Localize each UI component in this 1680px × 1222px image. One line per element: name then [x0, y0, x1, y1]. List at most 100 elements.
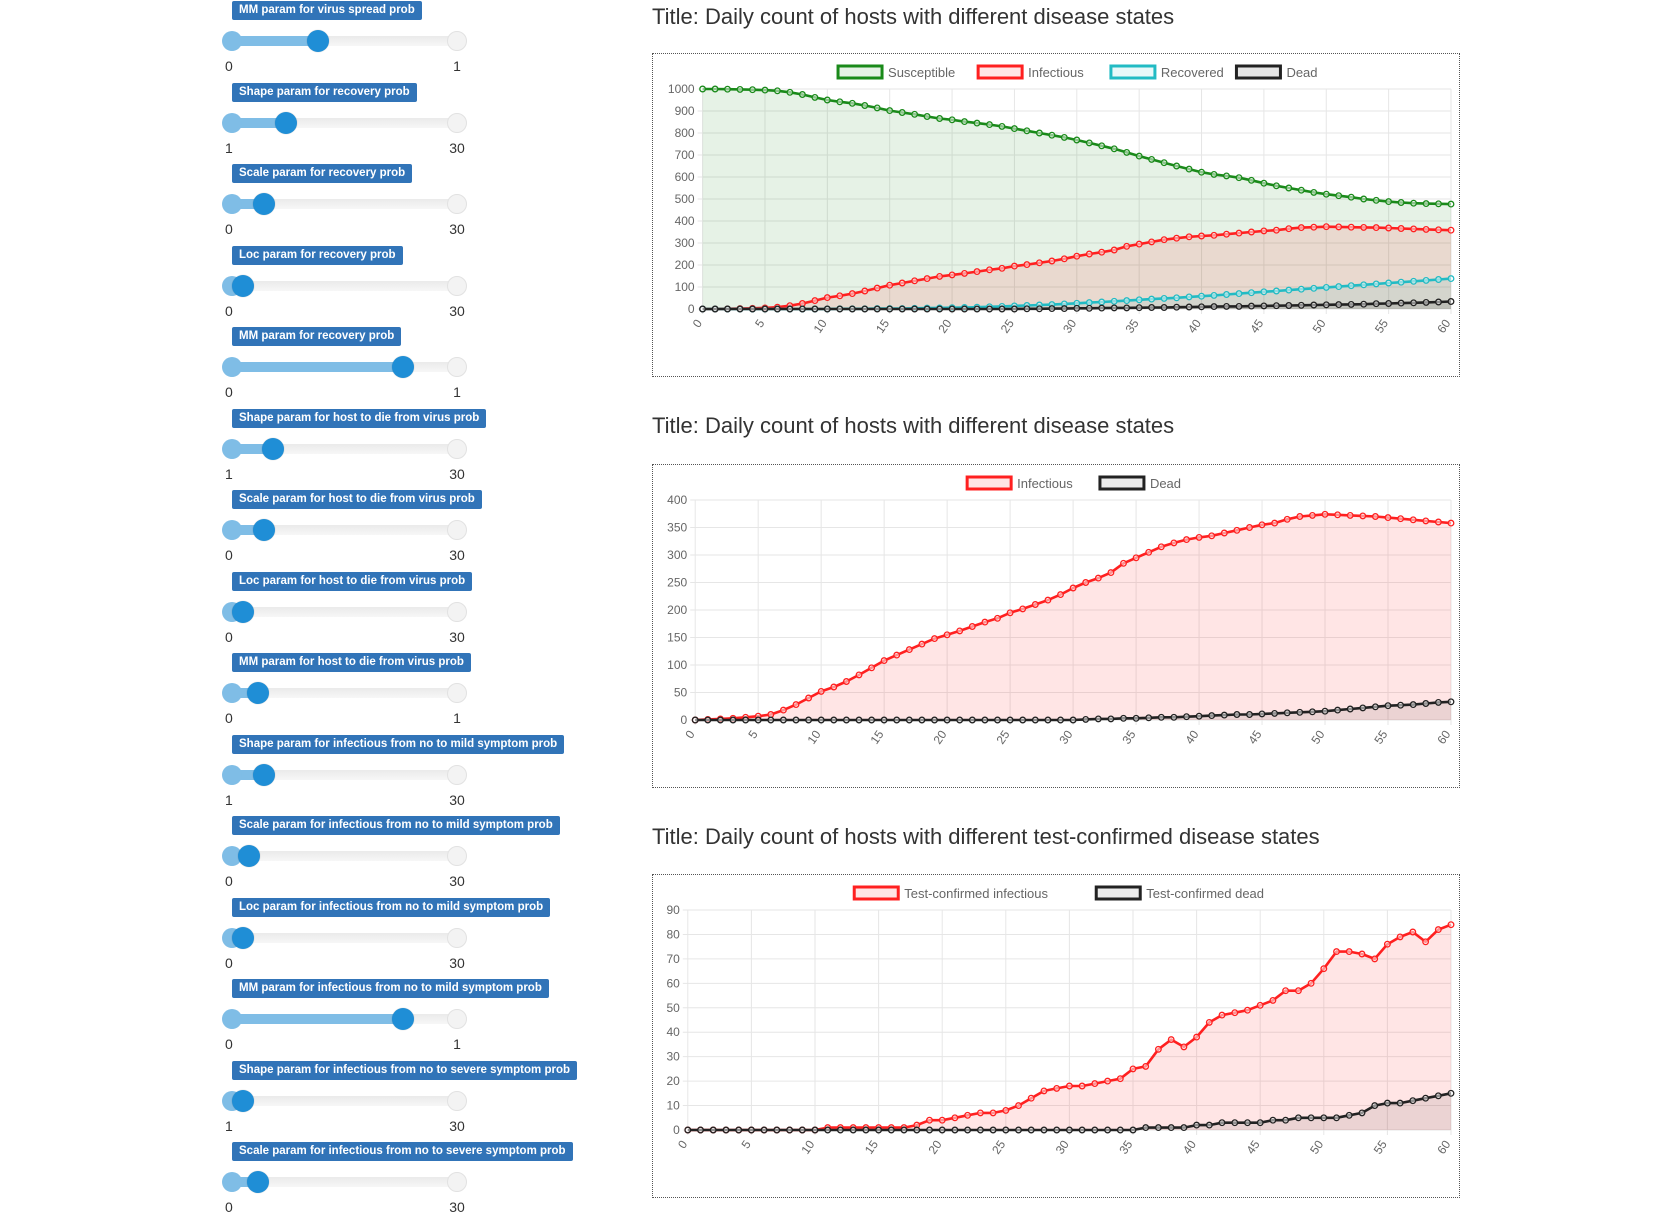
y-tick-label: 700 — [675, 148, 695, 162]
data-point-dead — [905, 716, 913, 724]
slider-handle[interactable] — [246, 682, 269, 704]
slider-track[interactable] — [232, 851, 467, 861]
data-point-dead — [1422, 700, 1430, 707]
data-point-recovered — [1447, 275, 1455, 283]
slider-max-marker — [447, 357, 467, 377]
slider-handle[interactable] — [232, 1090, 254, 1112]
slider-min-label: 0 — [225, 710, 233, 726]
data-point-infectious — [1220, 529, 1228, 537]
x-tick-label: 60 — [1434, 316, 1453, 335]
data-point-infectious — [1371, 513, 1379, 520]
data-point-infectious — [1132, 554, 1140, 562]
data-point-test-confirmed-infectious — [1002, 1106, 1010, 1114]
data-point-susceptible — [923, 113, 931, 120]
data-point-dead — [699, 305, 707, 313]
data-point-infectious — [848, 290, 856, 298]
data-point-infectious — [1183, 536, 1190, 544]
data-point-susceptible — [1410, 199, 1418, 207]
slider-handle[interactable] — [391, 1008, 414, 1030]
data-point-test-confirmed-infectious — [1154, 1045, 1162, 1053]
slider-track[interactable] — [232, 1096, 467, 1106]
data-point-infectious — [1023, 261, 1031, 269]
data-point-test-confirmed-dead — [875, 1126, 883, 1134]
data-point-test-confirmed-dead — [964, 1126, 972, 1134]
slider-track[interactable] — [232, 933, 467, 943]
slider-handle[interactable] — [246, 1171, 269, 1193]
data-point-dead — [1296, 708, 1304, 716]
data-point-susceptible — [1285, 184, 1293, 192]
y-tick-label: 50 — [666, 1001, 680, 1015]
slider-handle[interactable] — [274, 112, 297, 134]
y-tick-label: 60 — [666, 976, 680, 990]
slider-min-label: 0 — [225, 221, 233, 237]
data-point-susceptible — [1422, 200, 1430, 208]
y-tick-label: 100 — [675, 280, 695, 294]
data-point-test-confirmed-dead — [1129, 1126, 1137, 1134]
data-point-susceptible — [861, 102, 869, 109]
data-point-susceptible — [961, 118, 968, 126]
data-point-recovered — [1210, 291, 1218, 299]
slider-handle[interactable] — [261, 438, 284, 460]
slider-track[interactable] — [232, 607, 467, 617]
data-point-dead — [1198, 303, 1205, 311]
slider-handle[interactable] — [238, 845, 261, 867]
parameter-slider-panel: MM param for virus spread prob 0 1 Shape pa… — [0, 0, 600, 1215]
x-tick-label: 55 — [1371, 727, 1390, 746]
y-tick-label: 200 — [667, 603, 687, 617]
x-tick-label: 30 — [1056, 727, 1075, 746]
data-point-dead — [1384, 702, 1392, 710]
data-point-infectious — [931, 635, 938, 643]
data-point-test-confirmed-dead — [1205, 1121, 1213, 1129]
x-tick-label: 20 — [926, 1137, 945, 1156]
data-point-susceptible — [1085, 139, 1093, 147]
slider-block: MM param for infectious from no to mild … — [222, 978, 549, 1059]
data-point-infectious — [898, 279, 906, 287]
data-point-dead — [1435, 298, 1442, 306]
data-point-susceptible — [873, 104, 881, 112]
data-point-infectious — [1235, 229, 1243, 237]
slider-track[interactable] — [232, 281, 467, 291]
data-point-infectious — [1422, 517, 1430, 525]
legend-swatch — [1094, 885, 1142, 901]
data-point-test-confirmed-dead — [1307, 1114, 1315, 1122]
slider-handle[interactable] — [253, 764, 276, 786]
data-point-test-confirmed-dead — [722, 1126, 730, 1134]
x-tick-label: 15 — [873, 316, 892, 335]
data-point-dead — [911, 305, 919, 313]
data-point-infectious — [1098, 248, 1106, 256]
data-point-susceptible — [1160, 159, 1168, 167]
slider-block: Loc param for host to die from virus pro… — [222, 571, 482, 652]
slider-min-label: 1 — [225, 1118, 233, 1134]
data-point-infectious — [1447, 519, 1455, 527]
slider-handle[interactable] — [232, 601, 254, 623]
slider-handle[interactable] — [253, 193, 276, 215]
data-point-infectious — [1271, 519, 1279, 527]
data-point-dead — [1347, 300, 1355, 308]
data-point-susceptible — [1260, 179, 1268, 187]
data-point-dead — [1157, 713, 1165, 721]
data-point-susceptible — [1223, 172, 1230, 180]
data-point-dead — [1247, 302, 1255, 310]
data-point-infectious — [1322, 223, 1330, 231]
slider-min-marker — [222, 1172, 242, 1192]
data-point-susceptible — [1272, 182, 1280, 190]
legend-swatch — [1234, 64, 1282, 80]
data-point-test-confirmed-infectious — [1320, 965, 1328, 973]
slider-handle[interactable] — [306, 30, 329, 52]
data-point-recovered — [1410, 277, 1418, 285]
x-tick-label: 25 — [998, 316, 1017, 335]
data-point-test-confirmed-dead — [1320, 1114, 1328, 1122]
data-point-infectious — [994, 614, 1001, 622]
slider-fill — [232, 1014, 402, 1024]
data-point-infectious — [1434, 518, 1442, 526]
data-point-dead — [830, 716, 838, 724]
data-point-test-confirmed-dead — [811, 1126, 819, 1134]
slider-handle[interactable] — [232, 927, 254, 949]
slider-handle[interactable] — [391, 356, 414, 378]
data-point-test-confirmed-infectious — [1333, 948, 1340, 956]
slider-handle[interactable] — [253, 519, 276, 541]
data-point-dead — [943, 716, 951, 724]
data-point-infectious — [1185, 233, 1193, 241]
data-point-dead — [1360, 300, 1368, 308]
slider-handle[interactable] — [232, 275, 254, 297]
